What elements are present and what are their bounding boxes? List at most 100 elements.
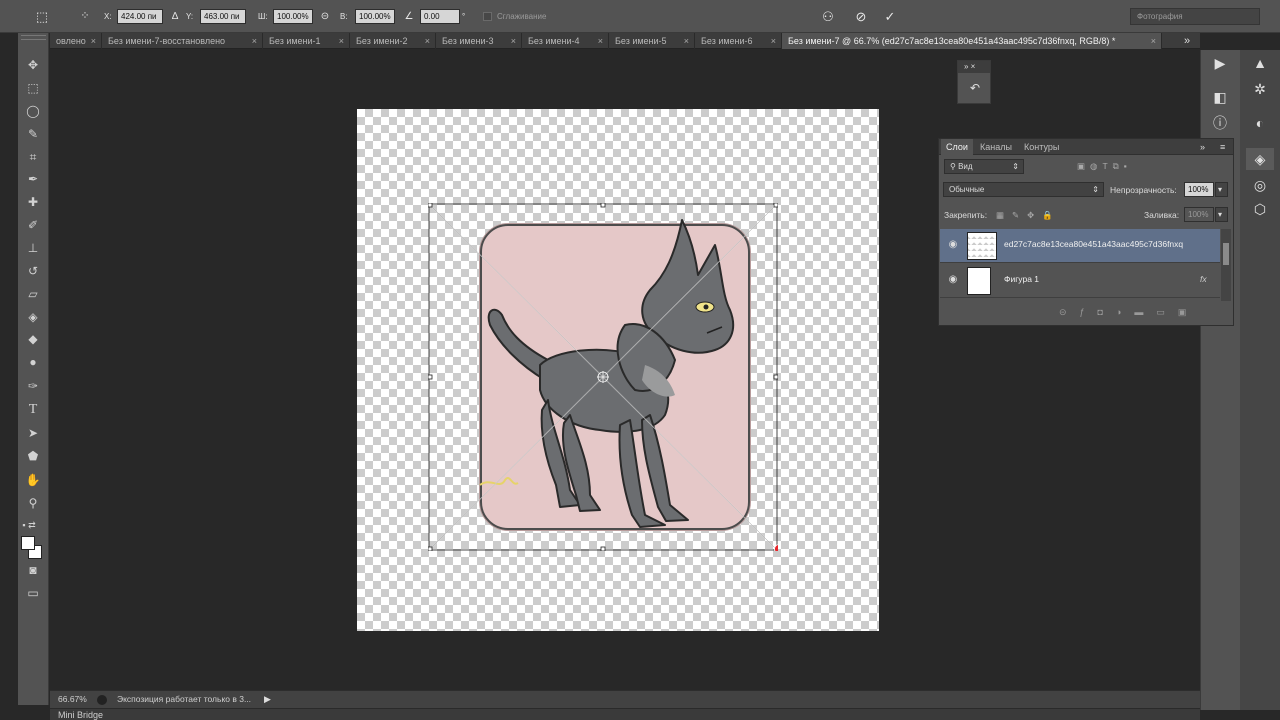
lasso-tool-icon[interactable]: ◯ — [22, 101, 44, 121]
tab-label: Без имени-5 — [615, 36, 667, 46]
layer-row[interactable]: ◉ Фигура 1 fx — [940, 264, 1220, 298]
link-icon[interactable]: ⊝ — [318, 8, 332, 25]
x-position-field[interactable]: 424.00 пи — [117, 9, 163, 24]
warp-mode-icon[interactable]: ⚇ — [818, 8, 838, 25]
layer-filter-select[interactable]: ⚲ Вид ⇕ — [944, 159, 1024, 174]
close-icon[interactable]: × — [511, 33, 516, 49]
adjustments-icon[interactable]: ◧ — [1206, 86, 1234, 108]
mini-bridge-panel-tab[interactable]: Mini Bridge — [50, 708, 1200, 720]
fx-icon[interactable]: fx — [1200, 274, 1207, 284]
eraser-tool-icon[interactable]: ▱ — [22, 284, 44, 304]
document-tab-active[interactable]: Без имени-7 @ 66.7% (ed27c7ac8e13cea80e4… — [782, 33, 1162, 49]
layer-row[interactable]: ◉ ed27c7ac8e13cea80e451a43aac495c7d36fnx… — [940, 229, 1220, 263]
blend-mode-label: Обычные — [949, 185, 985, 194]
workspace-selector[interactable]: Фотография — [1130, 8, 1260, 25]
eye-icon[interactable]: ◉ — [946, 274, 960, 286]
tab-layers[interactable]: Слои — [941, 139, 973, 155]
close-icon[interactable]: × — [339, 33, 344, 49]
status-icon — [97, 695, 107, 705]
layer-actions-bar[interactable]: ⊝ƒ◘◑▬▭▣ — [1059, 305, 1199, 319]
document-tab[interactable]: Без имени-2 × — [350, 33, 436, 49]
tab-paths[interactable]: Контуры — [1019, 139, 1064, 155]
document-tab[interactable]: Без имени-3 × — [436, 33, 522, 49]
document-tab[interactable]: Без имени-1 × — [263, 33, 350, 49]
document-tab[interactable]: Без имени-5 × — [609, 33, 695, 49]
navigator-icon[interactable]: ▲ — [1246, 52, 1274, 74]
delta-icon[interactable]: ∆ — [169, 8, 181, 25]
brush-tool-icon[interactable]: ✐ — [22, 215, 44, 235]
panel-grip[interactable] — [21, 35, 46, 40]
play-action-icon[interactable]: ▶ — [1206, 52, 1234, 74]
filter-type-icons[interactable]: ▣◍T⧉▪ — [1077, 159, 1132, 173]
rotate-angle-field[interactable]: 0.00 — [420, 9, 460, 24]
close-icon[interactable]: × — [771, 33, 776, 49]
document-tab[interactable]: Без имени-4 × — [522, 33, 609, 49]
scrollbar-thumb[interactable] — [1223, 243, 1229, 265]
cancel-transform-icon[interactable]: ⊘ — [851, 8, 871, 25]
quick-mask-icon[interactable]: ◙ — [22, 560, 44, 580]
tab-label: овлено — [56, 36, 86, 46]
settings-icon[interactable]: ✲ — [1246, 78, 1274, 100]
channels-icon[interactable]: ◎ — [1246, 174, 1274, 196]
history-brush-tool-icon[interactable]: ↺ — [22, 261, 44, 281]
shape-tool-icon[interactable]: ⬟ — [22, 446, 44, 466]
close-icon[interactable]: × — [252, 33, 257, 49]
close-icon[interactable]: × — [598, 33, 603, 49]
blend-mode-select[interactable]: Обычные ⇕ — [943, 182, 1104, 197]
blur-tool-icon[interactable]: ◆ — [22, 329, 44, 349]
collapse-icon[interactable]: » — [1195, 139, 1210, 155]
commit-transform-icon[interactable]: ✓ — [880, 8, 900, 25]
eyedropper-tool-icon[interactable]: ✒ — [22, 169, 44, 189]
foreground-color-swatch[interactable] — [21, 536, 35, 550]
y-position-field[interactable]: 463.00 пи — [200, 9, 246, 24]
paths-icon[interactable]: ⬡ — [1246, 198, 1274, 220]
antialias-checkbox[interactable] — [483, 12, 492, 21]
pen-tool-icon[interactable]: ✑ — [22, 376, 44, 396]
document-tab[interactable]: Без имени-7-восстановлено × — [102, 33, 263, 49]
reference-point-icon[interactable]: ⁘ — [76, 8, 94, 25]
chevron-down-icon[interactable]: ▾ — [1215, 182, 1228, 197]
marquee-tool-icon[interactable]: ⬚ — [22, 78, 44, 98]
dodge-tool-icon[interactable]: ● — [22, 352, 44, 372]
lock-options-icons[interactable]: ▦✎✥🔒 — [996, 208, 1061, 222]
screen-mode-icon[interactable]: ▭ — [22, 583, 44, 603]
quick-select-tool-icon[interactable]: ✎ — [22, 124, 44, 144]
history-icon[interactable]: ↶ — [961, 77, 989, 99]
height-field[interactable]: 100.00% — [355, 9, 395, 24]
tab-channels[interactable]: Каналы — [975, 139, 1017, 155]
default-colors-icon[interactable]: ▪ ⇄ — [18, 515, 40, 535]
document-tab[interactable]: Без имени-6 × — [695, 33, 782, 49]
move-tool-icon[interactable]: ✥ — [22, 55, 44, 75]
free-transform-box[interactable] — [428, 203, 778, 551]
chevron-down-icon[interactable]: ▾ — [1215, 207, 1228, 222]
close-icon[interactable]: × — [1151, 33, 1156, 49]
panel-menu-icon[interactable]: ≡ — [1215, 139, 1230, 155]
paint-bucket-tool-icon[interactable]: ◈ — [22, 307, 44, 327]
document-tab[interactable]: овлено × — [50, 33, 102, 49]
tabs-overflow-icon[interactable]: » — [1178, 33, 1198, 49]
eye-icon[interactable]: ◉ — [946, 239, 960, 251]
healing-brush-tool-icon[interactable]: ✚ — [22, 192, 44, 212]
styles-icon[interactable]: ◐ — [1246, 112, 1274, 134]
tab-label: Без имени-7-восстановлено — [108, 36, 226, 46]
zoom-level[interactable]: 66.67% — [58, 691, 87, 708]
layers-icon[interactable]: ◈ — [1246, 148, 1274, 170]
panel-header[interactable]: » × — [958, 61, 990, 73]
close-icon[interactable]: × — [425, 33, 430, 49]
tools-panel: ✥ ⬚ ◯ ✎ ⌗ ✒ ✚ ✐ ⊥ ↺ ▱ ◈ ◆ ● ✑ T ➤ ⬟ ✋ ⚲ … — [18, 33, 49, 705]
type-tool-icon[interactable]: T — [22, 400, 44, 420]
close-icon[interactable]: × — [91, 33, 96, 49]
layers-scrollbar[interactable] — [1221, 229, 1231, 301]
info-icon[interactable]: ⓘ — [1206, 112, 1234, 134]
opacity-field[interactable]: 100% — [1184, 182, 1214, 197]
zoom-tool-icon[interactable]: ⚲ — [22, 493, 44, 513]
crop-tool-icon[interactable]: ⌗ — [22, 147, 44, 167]
width-field[interactable]: 100.00% — [273, 9, 313, 24]
close-icon[interactable]: × — [684, 33, 689, 49]
hand-tool-icon[interactable]: ✋ — [22, 470, 44, 490]
path-selection-tool-icon[interactable]: ➤ — [22, 423, 44, 443]
fill-field[interactable]: 100% — [1184, 207, 1214, 222]
status-menu-arrow-icon[interactable]: ▶ — [264, 691, 271, 708]
transform-tool-icon[interactable]: ⬚ — [34, 8, 50, 25]
clone-stamp-tool-icon[interactable]: ⊥ — [22, 238, 44, 258]
